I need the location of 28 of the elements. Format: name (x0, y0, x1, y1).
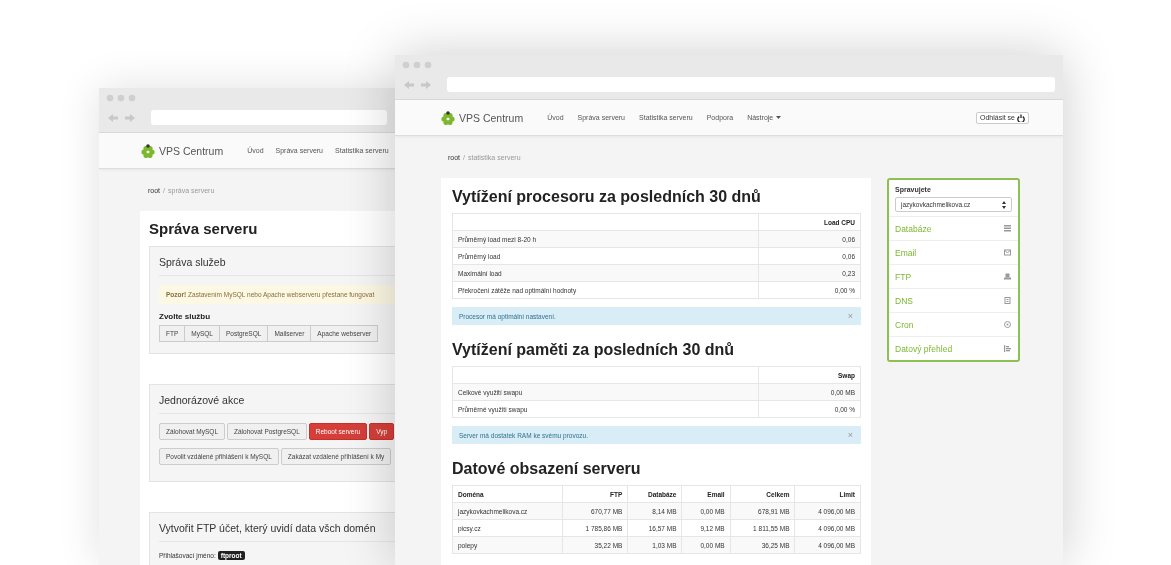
panel-title: Jednorázové akce (159, 391, 395, 414)
section-label: Zvolte službu (159, 312, 212, 321)
bar-list-icon (1004, 345, 1011, 352)
forward-arrow-icon (420, 79, 432, 90)
brand-name[interactable]: VPS Centrum (459, 111, 524, 124)
back-arrow-icon (403, 79, 415, 90)
back-arrow-icon (107, 112, 119, 123)
flower-logo-icon (441, 110, 455, 125)
caret-icon (776, 116, 782, 119)
power-icon (1017, 113, 1025, 122)
envelope-icon (1004, 249, 1011, 256)
window-dots-icon (402, 61, 432, 69)
page-title: Správa serveru (149, 220, 259, 239)
section-title: Vytížení paměti za posledních 30 dnů (452, 341, 736, 360)
panel-title: Vytvořit FTP účet, který uvidí data všch domén (159, 519, 395, 542)
flower-logo-icon (141, 143, 155, 158)
list-icon (1004, 225, 1011, 232)
document-icon (1004, 297, 1011, 304)
target-icon (1004, 321, 1011, 328)
panel-title: Správa služeb (159, 253, 395, 276)
stack-icon (1004, 273, 1011, 280)
address-bar[interactable] (151, 110, 387, 125)
section-title: Vytížení procesoru za posledních 30 dnů (452, 188, 762, 207)
brand-name[interactable]: VPS Centrum (159, 144, 224, 157)
window-dots-icon (106, 94, 136, 102)
section-title: Datové obsazení serveru (452, 460, 642, 479)
select-arrows-icon (1002, 200, 1006, 209)
forward-arrow-icon (124, 112, 136, 123)
